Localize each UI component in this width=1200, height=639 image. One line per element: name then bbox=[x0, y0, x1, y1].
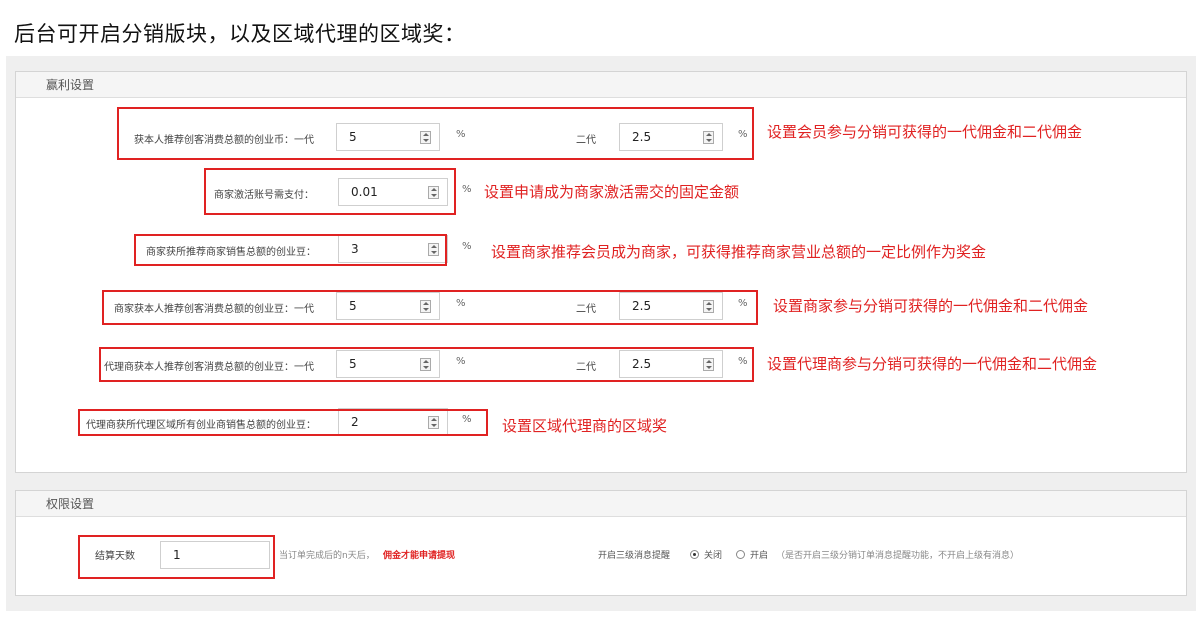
annotation-box-merchant-commission bbox=[102, 290, 758, 325]
percent-sign: % bbox=[462, 241, 472, 252]
radio-on[interactable] bbox=[736, 550, 745, 559]
note-activation: 设置申请成为商家激活需交的固定金额 bbox=[484, 183, 740, 201]
radio-off[interactable] bbox=[690, 550, 699, 559]
note-agent-region: 设置区域代理商的区域奖 bbox=[502, 417, 668, 435]
annotation-box-agent-commission bbox=[99, 347, 754, 382]
annotation-box-agent-region bbox=[78, 409, 488, 436]
annotation-box-merchant-referral bbox=[134, 234, 447, 266]
notify-label: 开启三级消息提醒 bbox=[598, 551, 671, 561]
page-heading: 后台可开启分销版块，以及区域代理的区域奖： bbox=[14, 22, 466, 46]
permission-settings-title: 权限设置 bbox=[16, 491, 1186, 517]
settle-days-hint-red: 佣金才能申请提现 bbox=[383, 551, 456, 561]
radio-on-label: 开启 bbox=[750, 551, 769, 561]
profit-settings-title: 赢利设置 bbox=[16, 72, 1186, 98]
note-merchant-commission: 设置商家参与分销可获得的一代佣金和二代佣金 bbox=[773, 297, 1089, 315]
note-merchant-referral: 设置商家推荐会员成为商家，可获得推荐商家营业总额的一定比例作为奖金 bbox=[491, 243, 987, 261]
notify-hint: （是否开启三级分销订单消息提醒功能，不开启上级有消息） bbox=[776, 551, 1020, 561]
annotation-box-settle bbox=[78, 535, 275, 579]
annotation-box-member bbox=[117, 107, 754, 160]
settle-days-hint: 当订单完成后的n天后， bbox=[279, 551, 375, 561]
note-member: 设置会员参与分销可获得的一代佣金和二代佣金 bbox=[767, 123, 1083, 141]
annotation-box-activation bbox=[204, 168, 456, 215]
radio-off-label: 关闭 bbox=[704, 551, 723, 561]
note-agent-commission: 设置代理商参与分销可获得的一代佣金和二代佣金 bbox=[767, 355, 1098, 373]
percent-sign: % bbox=[462, 184, 472, 195]
